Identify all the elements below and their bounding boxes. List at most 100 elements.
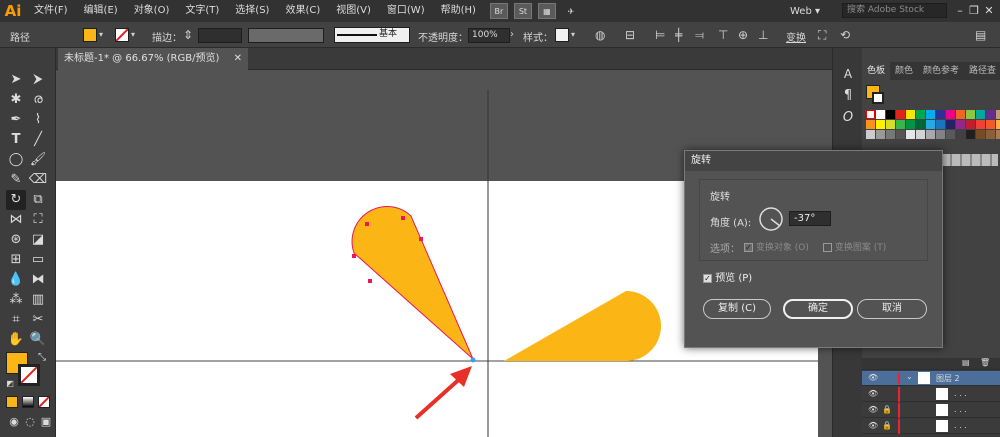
- swatch-cell[interactable]: [916, 110, 925, 119]
- swatch-cell[interactable]: [956, 110, 965, 119]
- document-tab[interactable]: 未标题-1* @ 66.67% (RGB/预览) ✕: [58, 48, 248, 70]
- align-left-icon[interactable]: ⊨: [655, 28, 665, 42]
- angle-input[interactable]: -37°: [789, 211, 831, 226]
- swatch-cell[interactable]: [956, 130, 965, 139]
- menu-object[interactable]: 对象(O): [126, 0, 178, 22]
- gpu-performance-icon[interactable]: ✈: [562, 3, 580, 19]
- swatch-cell[interactable]: [936, 120, 945, 129]
- swatch-cell[interactable]: [876, 110, 885, 119]
- stroke-weight-stepper[interactable]: ⇕: [183, 28, 193, 42]
- close-tab-icon[interactable]: ✕: [234, 48, 242, 70]
- lock-icon[interactable]: 🔒: [882, 421, 892, 430]
- swatch-cell[interactable]: [916, 120, 925, 129]
- rotation-origin-point[interactable]: [470, 357, 476, 363]
- swatch-cell[interactable]: [876, 120, 885, 129]
- anchor-point[interactable]: [352, 254, 356, 258]
- swatch-cell[interactable]: [896, 130, 905, 139]
- swatch-cell[interactable]: [896, 120, 905, 129]
- curvature-tool-icon[interactable]: ⌇: [28, 110, 48, 130]
- layer-row[interactable]: 👁 🔒 . . .: [862, 419, 1000, 434]
- chevron-down-icon[interactable]: ▾: [99, 28, 103, 42]
- artboard-tool-icon[interactable]: ⌗: [6, 310, 26, 330]
- bridge-button[interactable]: Br: [489, 3, 508, 19]
- free-transform-tool-icon[interactable]: ⛶: [28, 210, 48, 230]
- scale-tool-icon[interactable]: ⧉: [28, 190, 48, 210]
- menu-effect[interactable]: 效果(C): [277, 0, 328, 22]
- swatch-cell[interactable]: [996, 130, 1000, 139]
- tab-pathfinder[interactable]: 路径查: [964, 62, 1000, 80]
- isolate-group-icon[interactable]: ⛶: [818, 28, 826, 42]
- gray-swatch-group[interactable]: [942, 154, 998, 166]
- screen-mode-icon[interactable]: ▣: [36, 412, 56, 432]
- expand-chevron-icon[interactable]: ⌄: [906, 372, 913, 381]
- slice-tool-icon[interactable]: ✂: [28, 310, 48, 330]
- column-graph-tool-icon[interactable]: ▥: [28, 290, 48, 310]
- tab-swatches[interactable]: 色板: [862, 62, 891, 80]
- menu-window[interactable]: 窗口(W): [379, 0, 433, 22]
- panel-stroke-swatch[interactable]: [872, 92, 884, 104]
- layer-row[interactable]: 👁 . . .: [862, 387, 1000, 402]
- recolor-artwork-icon[interactable]: ◍: [595, 28, 605, 42]
- menu-view[interactable]: 视图(V): [328, 0, 379, 22]
- swatch-cell[interactable]: [866, 120, 875, 129]
- gradient-tool-icon[interactable]: ▭: [28, 250, 48, 270]
- visibility-eye-icon[interactable]: 👁: [868, 373, 878, 382]
- workspace-switcher[interactable]: Web ▾: [790, 3, 838, 19]
- line-tool-icon[interactable]: ╱: [28, 130, 48, 150]
- swatch-cell[interactable]: [946, 120, 955, 129]
- fill-swatch[interactable]: [83, 28, 97, 42]
- anchor-point[interactable]: [365, 222, 369, 226]
- align-top-icon[interactable]: ⊤: [718, 28, 728, 42]
- perspective-grid-tool-icon[interactable]: ◪: [28, 230, 48, 250]
- paintbrush-tool-icon[interactable]: 🖌: [28, 150, 48, 170]
- close-icon[interactable]: ✕: [982, 4, 996, 18]
- stroke-weight-field[interactable]: [198, 28, 242, 43]
- swatch-cell[interactable]: [926, 130, 935, 139]
- swatch-none[interactable]: [866, 110, 875, 119]
- panel-menu-icon[interactable]: ▤: [975, 28, 986, 42]
- hand-tool-icon[interactable]: ✋: [6, 330, 26, 350]
- swatch-cell[interactable]: [916, 130, 925, 139]
- cancel-button[interactable]: 取消: [857, 299, 927, 319]
- menu-help[interactable]: 帮助(H): [433, 0, 484, 22]
- eraser-tool-icon[interactable]: ⌫: [28, 170, 48, 190]
- preview-checkbox[interactable]: ✓ 预览 (P): [703, 269, 752, 284]
- swatch-cell[interactable]: [956, 120, 965, 129]
- zoom-tool-icon[interactable]: 🔍: [28, 330, 48, 350]
- swatch-cell[interactable]: [986, 110, 995, 119]
- swatch-cell[interactable]: [996, 120, 1000, 129]
- swatch-cell[interactable]: [886, 120, 895, 129]
- swatch-cell[interactable]: [906, 110, 915, 119]
- stock-button[interactable]: St: [513, 3, 532, 19]
- swatch-cell[interactable]: [996, 110, 1000, 119]
- lasso-tool-icon[interactable]: ര: [28, 90, 48, 110]
- restore-icon[interactable]: ❐: [967, 4, 981, 18]
- opentype-panel-icon[interactable]: O: [838, 108, 858, 128]
- swap-fill-stroke-icon[interactable]: ⤡: [32, 348, 52, 368]
- arrange-documents-icon[interactable]: ▦: [537, 3, 556, 19]
- transform-objects-checkbox[interactable]: ✓ 变换对象 (O): [744, 240, 809, 253]
- paragraph-panel-icon[interactable]: ¶: [838, 86, 858, 106]
- menu-file[interactable]: 文件(F): [26, 0, 76, 22]
- symbol-sprayer-tool-icon[interactable]: ⁂: [6, 290, 26, 310]
- copy-button[interactable]: 复制 (C): [703, 299, 771, 319]
- rotate-tool-icon[interactable]: ↻: [6, 190, 26, 210]
- magic-wand-tool-icon[interactable]: ✱: [6, 90, 26, 110]
- variable-width-profile[interactable]: [248, 28, 324, 43]
- swatch-cell[interactable]: [986, 130, 995, 139]
- swatch-cell[interactable]: [966, 130, 975, 139]
- direct-selection-tool-icon[interactable]: ⮞: [28, 70, 48, 90]
- swatch-cell[interactable]: [936, 130, 945, 139]
- swatch-cell[interactable]: [906, 120, 915, 129]
- swatch-cell[interactable]: [926, 120, 935, 129]
- layer-row[interactable]: 👁 🔒 . . .: [862, 403, 1000, 418]
- menu-type[interactable]: 文字(T): [177, 0, 227, 22]
- minimize-icon[interactable]: –: [953, 4, 967, 18]
- ellipse-tool-icon[interactable]: ◯: [6, 150, 26, 170]
- none-mode-icon[interactable]: [38, 396, 50, 408]
- swatch-cell[interactable]: [866, 130, 875, 139]
- transform-link[interactable]: 变换: [786, 29, 806, 44]
- align-bottom-icon[interactable]: ⊥: [758, 28, 768, 42]
- swatch-cell[interactable]: [936, 110, 945, 119]
- gradient-mode-icon[interactable]: [22, 396, 34, 408]
